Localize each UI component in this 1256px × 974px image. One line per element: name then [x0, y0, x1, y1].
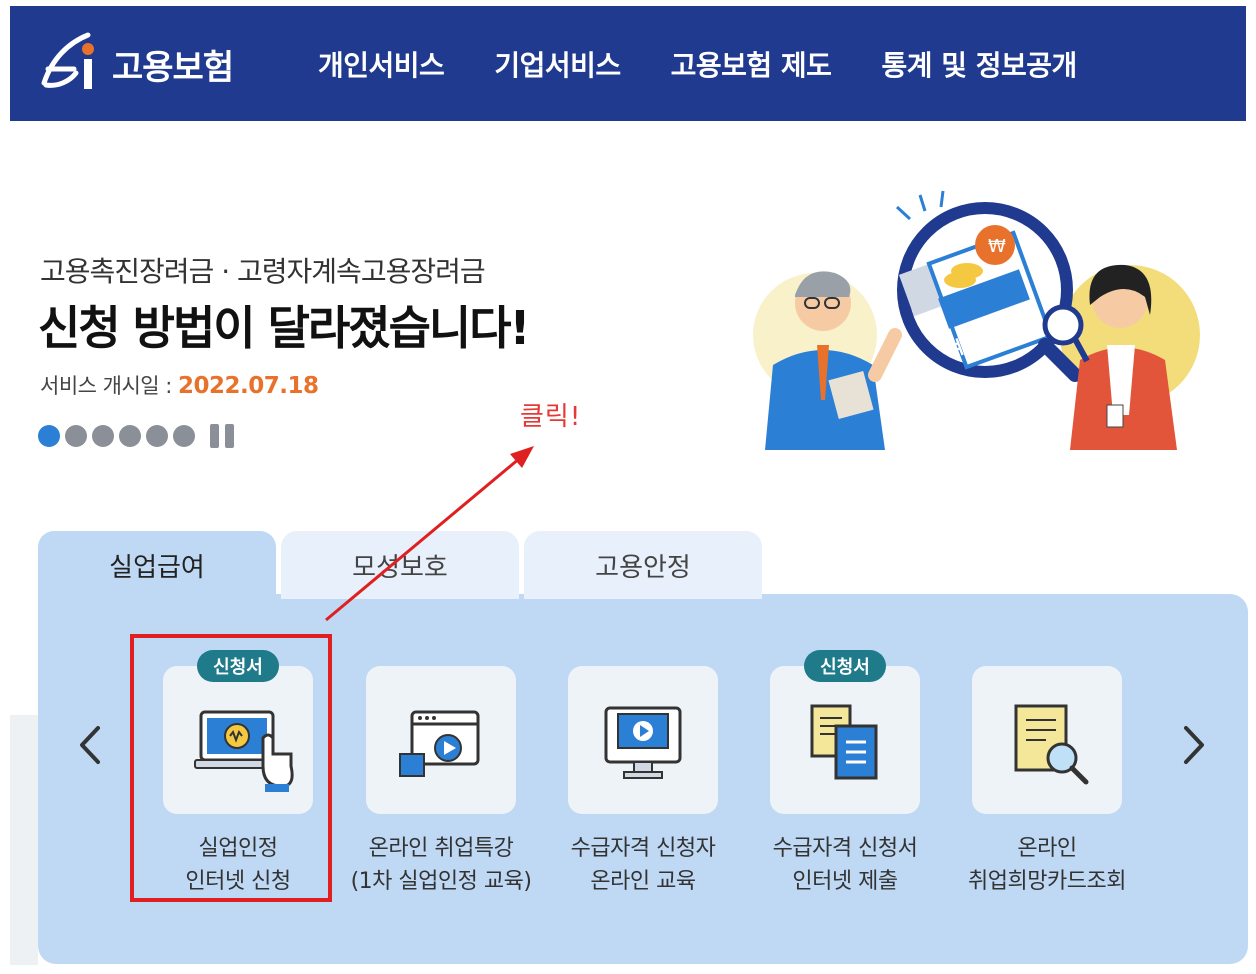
- slide-dot[interactable]: [38, 425, 60, 447]
- chevron-right-icon[interactable]: [1174, 720, 1214, 770]
- slide-dot[interactable]: [146, 425, 168, 447]
- logo-text: 고용보험: [112, 47, 234, 88]
- service-label: 수급자격 신청자 온라인 교육: [538, 832, 748, 898]
- service-tabs: 실업급여 모성보호 고용안정: [38, 531, 762, 599]
- tab-unemployment-benefits[interactable]: 실업급여: [38, 531, 276, 599]
- date-label: 서비스 개시일 :: [40, 374, 179, 398]
- slide-dot[interactable]: [173, 425, 195, 447]
- service-label-line1: 온라인: [1017, 836, 1077, 861]
- currency-symbol: ₩: [988, 236, 1006, 257]
- service-label-line2: 온라인 교육: [590, 869, 696, 894]
- tab-maternity-protection[interactable]: 모성보호: [281, 531, 519, 599]
- slide-dot[interactable]: [92, 425, 114, 447]
- side-shade: [10, 715, 38, 965]
- service-card-eligibility-submission[interactable]: [770, 666, 920, 814]
- pause-icon[interactable]: [210, 424, 238, 448]
- nav-insurance-system[interactable]: 고용보험 제도: [671, 44, 832, 84]
- nav-business-services[interactable]: 기업서비스: [494, 44, 621, 84]
- service-label-line2: 취업희망카드조회: [968, 869, 1126, 894]
- service-card-job-hope-card[interactable]: [972, 666, 1122, 814]
- documents-icon: [810, 704, 878, 780]
- main-nav: 개인서비스 기업서비스 고용보험 제도 통계 및 정보공개: [318, 6, 1077, 121]
- service-label-line1: 온라인 취업특강: [368, 836, 514, 861]
- date-value: 2022.07.18: [178, 373, 319, 399]
- slide-indicators: [38, 424, 238, 448]
- hero-illustration: 예상장려금 ₩: [753, 190, 1200, 450]
- service-label-line2: (1차 실업인정 교육): [350, 869, 532, 894]
- nav-personal-services[interactable]: 개인서비스: [318, 44, 445, 84]
- service-label: 수급자격 신청서 인터넷 제출: [740, 832, 950, 898]
- document-search-icon: [1014, 704, 1089, 785]
- monitor-play-icon: [604, 706, 682, 779]
- slide-dot[interactable]: [65, 425, 87, 447]
- service-label: 온라인 취업특강 (1차 실업인정 교육): [336, 832, 546, 898]
- application-badge: 신청서: [804, 650, 886, 682]
- service-label-line1: 수급자격 신청서: [772, 836, 918, 861]
- service-label-line2: 인터넷 제출: [792, 869, 898, 894]
- click-annotation: 클릭!: [520, 402, 582, 432]
- tab-employment-stability[interactable]: 고용안정: [524, 531, 762, 599]
- chevron-left-icon[interactable]: [70, 720, 110, 770]
- video-window-icon: [399, 710, 480, 777]
- ei-logo-icon: [41, 32, 94, 89]
- hero-subtitle: 고용촉진장려금 · 고령자계속고용장려금: [40, 255, 486, 288]
- service-card-online-education[interactable]: [568, 666, 718, 814]
- top-header: 고용보험 개인서비스 기업서비스 고용보험 제도 통계 및 정보공개: [10, 6, 1246, 121]
- nav-statistics[interactable]: 통계 및 정보공개: [881, 44, 1077, 84]
- slide-dot[interactable]: [119, 425, 141, 447]
- service-card-online-lecture[interactable]: [366, 666, 516, 814]
- logo[interactable]: 고용보험: [36, 26, 234, 102]
- page: 고용보험 개인서비스 기업서비스 고용보험 제도 통계 및 정보공개 고용촉진장…: [0, 0, 1256, 974]
- hero-title: 신청 방법이 달라졌습니다!: [38, 301, 531, 355]
- highlight-box: [130, 634, 332, 902]
- service-start-date: 서비스 개시일 : 2022.07.18: [40, 370, 319, 400]
- service-label-line1: 수급자격 신청자: [570, 836, 716, 861]
- service-label: 온라인 취업희망카드조회: [942, 832, 1152, 898]
